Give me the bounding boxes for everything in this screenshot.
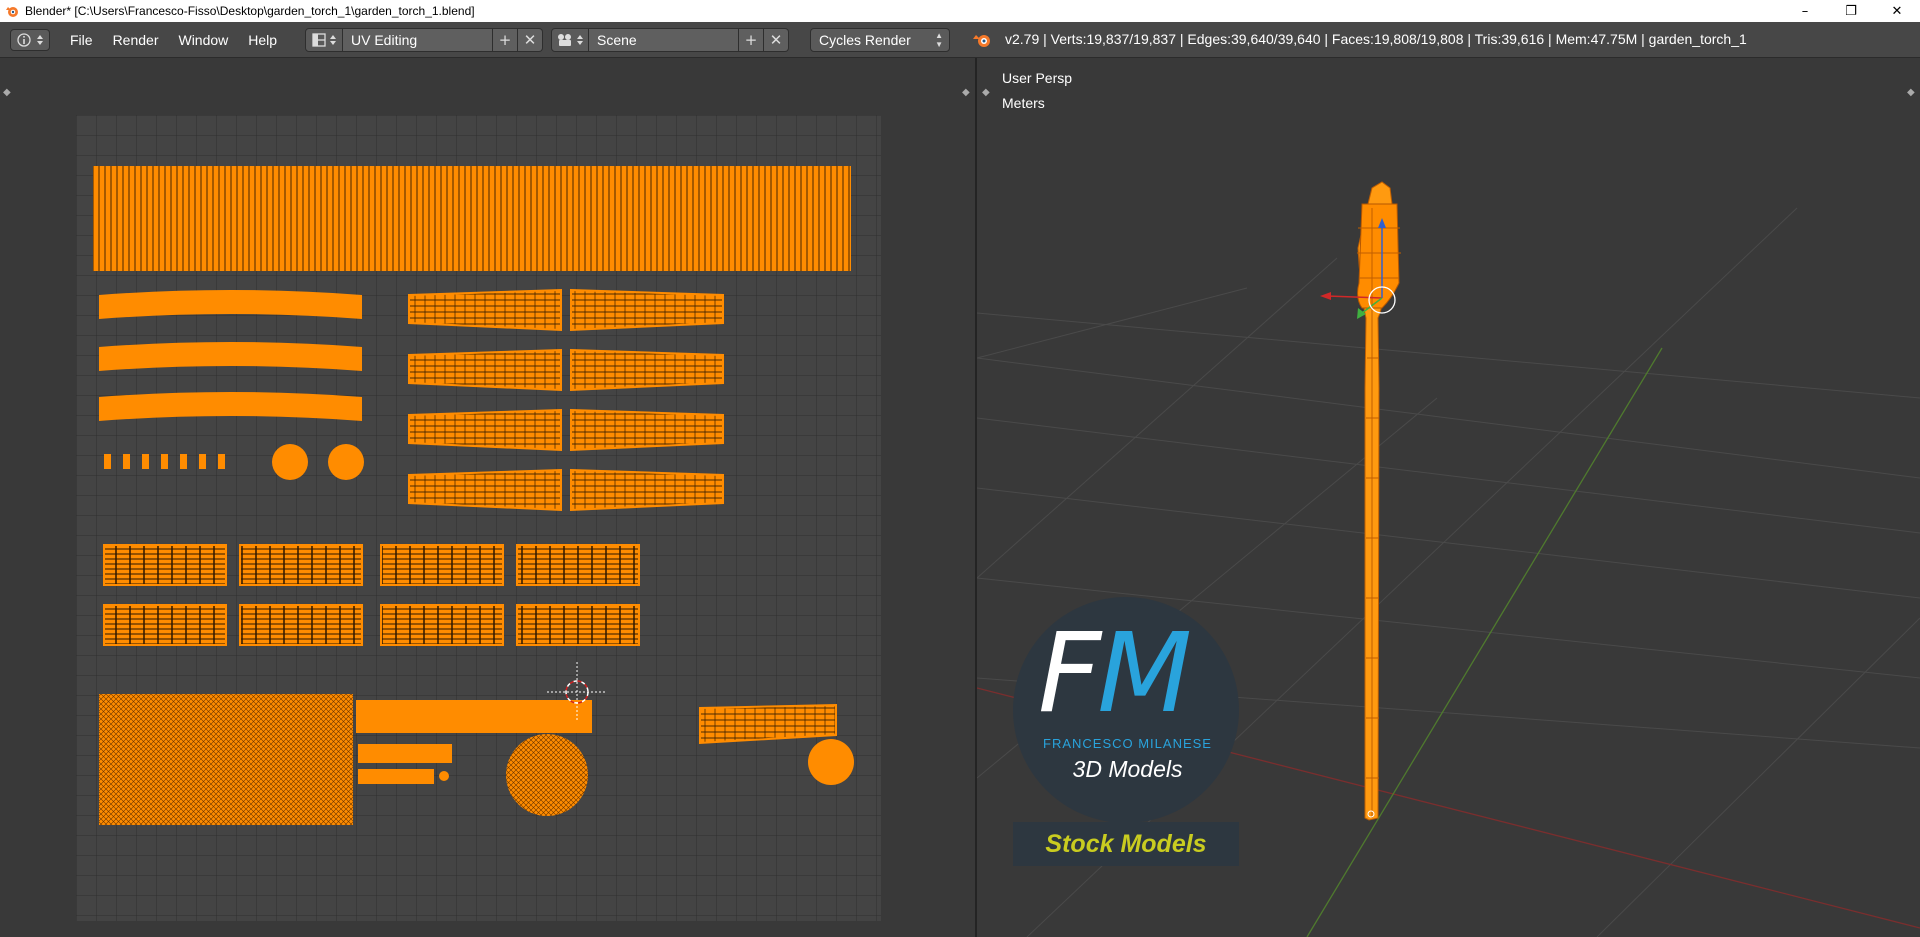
uv-island [408, 408, 562, 452]
scene-icon [558, 34, 571, 46]
uv-island [380, 604, 504, 646]
dropdown-arrows-icon [330, 35, 336, 45]
watermark-author: FRANCESCO MILANESE [1043, 736, 1212, 751]
info-header: File Render Window Help UV Editing + ✕ S… [0, 22, 1920, 58]
render-engine-label: Cycles Render [819, 32, 911, 48]
uv-island [408, 468, 562, 512]
close-window-button[interactable]: ✕ [1874, 0, 1920, 22]
uv-island [328, 444, 364, 480]
uv-island [516, 604, 640, 646]
remove-scene-button[interactable]: ✕ [764, 28, 789, 52]
uv-island [199, 454, 206, 469]
torch-mesh[interactable] [1357, 181, 1401, 821]
uv-island [239, 544, 363, 586]
add-scene-button[interactable]: + [739, 28, 764, 52]
uv-island [161, 454, 168, 469]
uv-island [103, 544, 227, 586]
uv-island [358, 744, 452, 763]
scene-name-field[interactable]: Scene [589, 28, 739, 52]
uv-island [570, 348, 724, 392]
layout-icon [312, 33, 326, 47]
uv-island [93, 166, 851, 271]
uv-island [408, 288, 562, 332]
screen-layout-selector: UV Editing + ✕ [305, 28, 543, 52]
add-layout-button[interactable]: + [493, 28, 518, 52]
info-icon [17, 32, 31, 47]
uv-island [408, 348, 562, 392]
uv-island [570, 468, 724, 512]
dropdown-arrows-icon: ▲ ▼ [935, 31, 943, 49]
monogram-letter-f: F [1038, 609, 1101, 737]
blender-logo-icon [973, 35, 990, 47]
uv-island [103, 604, 227, 646]
uv-island [358, 769, 434, 784]
uv-island [808, 739, 854, 785]
layout-name-field[interactable]: UV Editing [343, 28, 493, 52]
editor-type-selector[interactable] [10, 28, 50, 51]
window-titlebar: Blender* [C:\Users\Francesco-Fisso\Deskt… [0, 0, 1920, 22]
dropdown-arrows-icon [577, 35, 583, 45]
uv-island [218, 454, 225, 469]
restore-button[interactable]: ❐ [1828, 0, 1874, 22]
watermark-monogram: FM [1038, 618, 1192, 728]
uv-island [99, 694, 353, 825]
uv-island [570, 408, 724, 452]
uv-island [380, 544, 504, 586]
area-split-widget[interactable]: ◆ [962, 87, 970, 98]
uv-island [123, 454, 130, 469]
uv-island [104, 454, 111, 469]
uv-island [506, 734, 588, 816]
uv-island [570, 288, 724, 332]
area-split-widget[interactable]: ◆ [3, 87, 11, 98]
uv-island [142, 454, 149, 469]
uv-image-editor[interactable]: ◆ ◆ [0, 58, 975, 937]
monogram-letter-m: M [1097, 609, 1192, 737]
render-engine-dropdown[interactable]: Cycles Render ▲ ▼ [810, 28, 950, 52]
menu-render[interactable]: Render [113, 32, 159, 48]
watermark-subtitle: 3D Models [1072, 756, 1183, 782]
uv-island [272, 444, 308, 480]
remove-layout-button[interactable]: ✕ [518, 28, 543, 52]
scene-statistics: v2.79 | Verts:19,837/19,837 | Edges:39,6… [1005, 31, 1747, 47]
uv-island [356, 700, 592, 733]
uv-island [516, 544, 640, 586]
watermark-banner: Stock Models [1013, 822, 1239, 866]
uv-island [180, 454, 187, 469]
dropdown-arrows-icon [37, 34, 43, 45]
scene-browse-button[interactable] [551, 28, 589, 52]
layout-browse-button[interactable] [305, 28, 343, 52]
window-controls: – ❐ ✕ [1782, 0, 1920, 22]
menu-file[interactable]: File [70, 32, 93, 48]
scene-selector: Scene + ✕ [551, 28, 789, 52]
menu-help[interactable]: Help [248, 32, 277, 48]
uv-texture-canvas[interactable] [76, 115, 881, 921]
menu-window[interactable]: Window [178, 32, 228, 48]
minimize-button[interactable]: – [1782, 0, 1828, 22]
uv-island [239, 604, 363, 646]
blender-app-icon [6, 7, 18, 17]
window-title: Blender* [C:\Users\Francesco-Fisso\Deskt… [25, 4, 475, 18]
uv-island [439, 771, 449, 781]
